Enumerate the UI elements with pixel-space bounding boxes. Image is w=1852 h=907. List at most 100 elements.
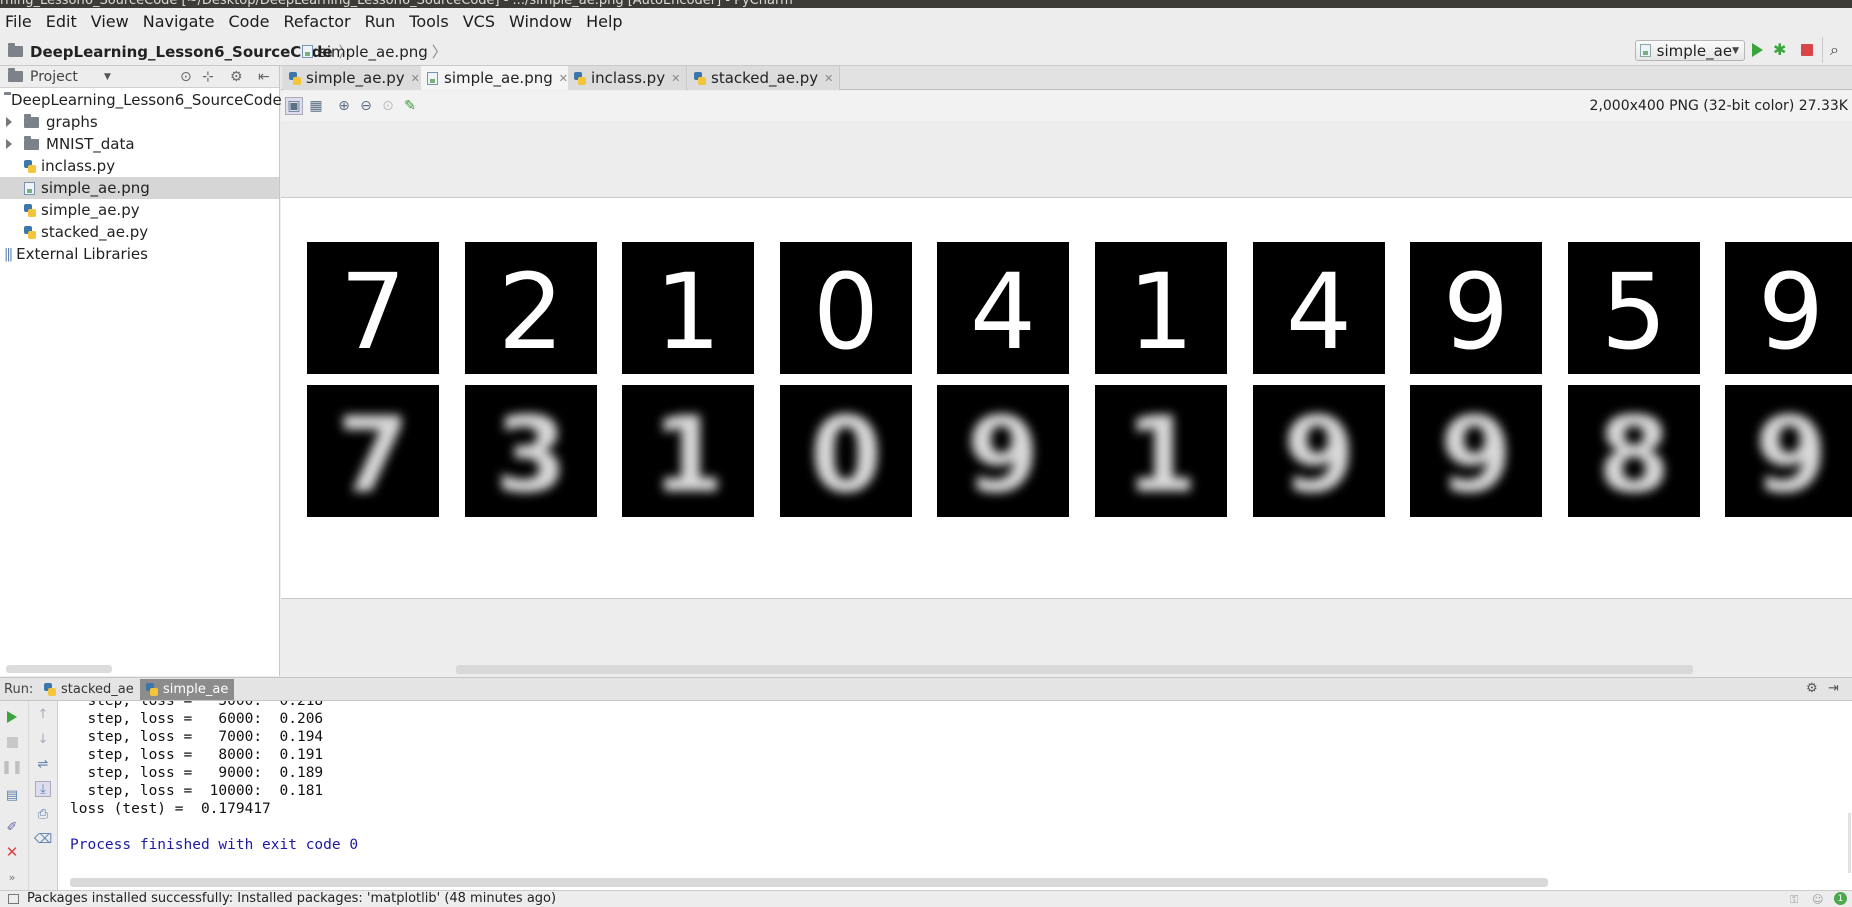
digit-glyph: 1 — [652, 394, 724, 516]
stop-button[interactable] — [4, 734, 20, 750]
tree-item-simple-ae-py[interactable]: simple_ae.py — [0, 199, 279, 221]
tool-windows-icon[interactable] — [8, 893, 19, 904]
project-panel-title[interactable]: Project — [30, 69, 78, 85]
scroll-up-button[interactable]: ↑ — [35, 706, 51, 722]
console-vscrollbar[interactable] — [1848, 813, 1851, 873]
tab-stacked-ae-py[interactable]: stacked_ae.py ✕ — [688, 66, 841, 90]
digit-glyph: 4 — [1286, 251, 1352, 373]
more-button[interactable]: » — [4, 869, 20, 885]
run-button[interactable] — [1752, 43, 1763, 57]
run-tab-stacked-ae[interactable]: stacked_ae — [38, 679, 140, 700]
toggle-grid-button[interactable]: ▦ — [307, 97, 325, 115]
reconstructed-digit: 1 — [1095, 385, 1227, 517]
close-icon[interactable]: ✕ — [671, 72, 680, 85]
color-picker-button[interactable]: ✎ — [401, 97, 419, 115]
image-file-icon — [24, 181, 35, 195]
print-button[interactable]: ⎙ — [35, 806, 51, 822]
collapse-all-icon[interactable]: ⊹ — [202, 69, 214, 85]
digit-glyph: 3 — [494, 394, 566, 516]
search-everywhere-button[interactable]: ⌕ — [1830, 40, 1839, 60]
gear-icon[interactable]: ⚙ — [1806, 681, 1818, 696]
double-chevron-icon: » — [8, 870, 16, 884]
tree-item-mnist-data[interactable]: MNIST_data — [0, 133, 279, 155]
pause-icon: ❚❚ — [1, 759, 23, 775]
hide-panel-icon[interactable]: ⇥ — [1828, 681, 1839, 696]
expand-arrow-icon[interactable] — [6, 139, 12, 149]
hide-panel-icon[interactable]: ⇤ — [258, 69, 270, 85]
zoom-out-icon: ⊖ — [360, 98, 372, 114]
tab-simple-ae-png[interactable]: simple_ae.png ✕ — [421, 66, 575, 90]
tab-label: simple_ae.png — [444, 69, 553, 87]
console-exit-line: Process finished with exit code 0 — [70, 837, 359, 853]
lock-icon[interactable]: ⚿ — [1790, 893, 1798, 907]
close-button[interactable]: ✕ — [4, 843, 20, 861]
menu-navigate[interactable]: Navigate — [143, 12, 215, 31]
close-icon[interactable]: ✕ — [559, 72, 568, 85]
run-panel-toolbar: ❚❚ ▤ ✐ ✕ » ↑ ↓ ⇌ ⤓ ⎙ ⌫ — [0, 701, 58, 890]
project-hscrollbar[interactable] — [6, 665, 112, 673]
toggle-background-button[interactable]: ▣ — [285, 97, 303, 115]
menu-window[interactable]: Window — [509, 12, 572, 31]
actual-size-button[interactable]: ⊙ — [379, 97, 397, 115]
tree-item-simple-ae-png[interactable]: simple_ae.png — [0, 177, 279, 199]
console-hscrollbar[interactable] — [70, 878, 1548, 887]
console-line: step, loss = 8000: 0.191 — [70, 747, 324, 763]
tab-label: simple_ae.py — [306, 69, 405, 87]
tree-item-inclass-py[interactable]: inclass.py — [0, 155, 279, 177]
event-log-badge[interactable]: 1 — [1834, 892, 1847, 905]
menu-run[interactable]: Run — [365, 12, 396, 31]
close-icon[interactable]: ✕ — [411, 72, 420, 85]
console-line: step, loss = 10000: 0.181 — [70, 783, 324, 799]
run-config-icon — [1640, 44, 1651, 57]
zoom-in-button[interactable]: ⊕ — [335, 97, 353, 115]
tree-item-external-libraries[interactable]: ||| External Libraries — [0, 243, 279, 265]
scroll-down-button[interactable]: ↓ — [35, 731, 51, 747]
console-line: step, loss = 9000: 0.189 — [70, 765, 324, 781]
menu-tools[interactable]: Tools — [409, 12, 448, 31]
breadcrumb-file[interactable]: simple_ae.png 〉 — [302, 41, 447, 62]
image-hscrollbar[interactable] — [456, 665, 1693, 674]
status-message[interactable]: Packages installed successfully: Install… — [27, 891, 556, 906]
soft-wrap-button[interactable]: ⇌ — [35, 756, 51, 772]
original-digit: 1 — [1095, 242, 1227, 374]
scroll-from-source-icon[interactable]: ⊙ — [180, 69, 192, 85]
pause-button[interactable]: ❚❚ — [1, 759, 23, 775]
image-viewer: 7210414959 7310919989 — [281, 121, 1852, 599]
menu-help[interactable]: Help — [586, 12, 622, 31]
debug-button[interactable]: ✱ — [1773, 40, 1786, 59]
menu-file[interactable]: File — [5, 12, 32, 31]
tree-root[interactable]: DeepLearning_Lesson6_SourceCode [ — [0, 89, 292, 111]
breadcrumb-project-label: DeepLearning_Lesson6_SourceCode — [30, 42, 333, 61]
stop-button[interactable] — [1801, 44, 1813, 56]
close-icon[interactable]: ✕ — [824, 72, 833, 85]
tree-item-stacked-ae-py[interactable]: stacked_ae.py — [0, 221, 279, 243]
tab-inclass-py[interactable]: inclass.py ✕ — [568, 66, 688, 90]
python-file-icon — [574, 71, 586, 85]
menu-vcs[interactable]: VCS — [463, 12, 495, 31]
run-tab-simple-ae[interactable]: simple_ae — [140, 679, 235, 700]
zoom-out-button[interactable]: ⊖ — [357, 97, 375, 115]
inspector-icon[interactable]: ☺ — [1812, 893, 1823, 906]
pin-tab-button[interactable]: ✐ — [4, 819, 20, 835]
menu-code[interactable]: Code — [229, 12, 270, 31]
run-configuration-select[interactable]: simple_ae ▼ — [1635, 40, 1745, 61]
digit-glyph: 0 — [810, 394, 882, 516]
expand-arrow-icon[interactable] — [6, 117, 12, 127]
python-file-icon — [44, 683, 56, 696]
original-digit: 4 — [1252, 242, 1385, 374]
tree-item-graphs[interactable]: graphs — [0, 111, 279, 133]
window-titlebar: rning_Lesson6_SourceCode [~/Desktop/Deep… — [0, 0, 1852, 8]
gear-icon[interactable]: ⚙ — [230, 69, 243, 85]
menu-edit[interactable]: Edit — [46, 12, 77, 31]
scroll-to-end-button[interactable]: ⤓ — [35, 781, 51, 797]
project-panel: Project ▼ ⊙ ⊹ ⚙ ⇤ DeepLearning_Lesson6_S… — [0, 66, 292, 676]
console-output[interactable]: step, loss = 5000: 0.218 step, loss = 60… — [58, 701, 1852, 890]
search-icon: ⌕ — [1830, 40, 1839, 59]
menu-view[interactable]: View — [91, 12, 129, 31]
restore-layout-button[interactable]: ▤ — [4, 787, 20, 803]
menu-refactor[interactable]: Refactor — [283, 12, 350, 31]
tab-simple-ae-py[interactable]: simple_ae.py ✕ — [283, 66, 427, 90]
clear-all-button[interactable]: ⌫ — [34, 831, 52, 847]
chevron-down-icon[interactable]: ▼ — [104, 72, 111, 82]
rerun-button[interactable] — [4, 709, 20, 725]
